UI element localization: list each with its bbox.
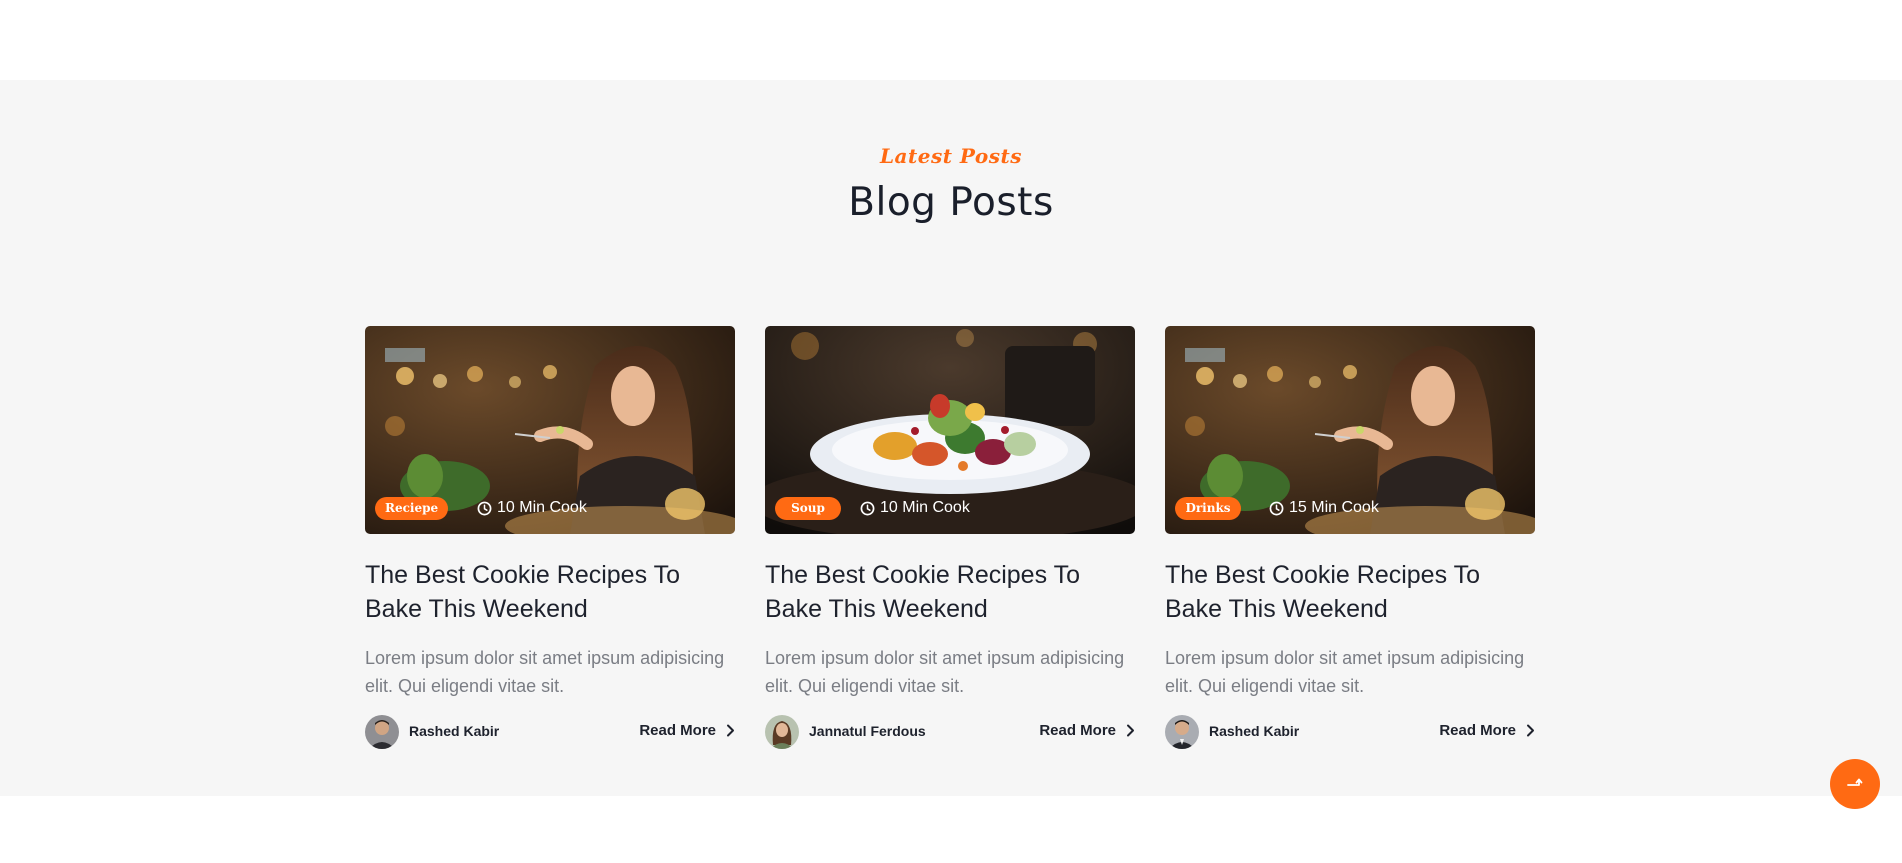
clock-icon <box>860 501 875 516</box>
cook-time-label: 10 Min Cook <box>880 499 970 516</box>
clock-icon <box>1269 501 1284 516</box>
read-more-label: Read More <box>1039 722 1116 739</box>
chevron-right-icon <box>1526 724 1535 737</box>
blog-card[interactable]: Soup 10 Min Cook The Best Cookie Recipes… <box>765 326 1135 756</box>
author-name[interactable]: Rashed Kabir <box>1209 723 1299 739</box>
cook-time-label: 10 Min Cook <box>497 499 587 516</box>
blog-card-excerpt: Lorem ipsum dolor sit amet ipsum adipisi… <box>1165 648 1525 696</box>
blog-card-excerpt: Lorem ipsum dolor sit amet ipsum adipisi… <box>365 648 725 696</box>
avatar <box>365 715 399 749</box>
blog-card-footer: Rashed Kabir Read More <box>1165 714 1535 750</box>
blog-card-image[interactable]: Soup 10 Min Cook <box>765 326 1135 534</box>
read-more-label: Read More <box>1439 722 1516 739</box>
author-name[interactable]: Rashed Kabir <box>409 723 499 739</box>
clock-icon <box>477 501 492 516</box>
category-badge[interactable]: Drinks <box>1175 497 1241 520</box>
page: Latest Posts Blog Posts Reciepe 10 Min C… <box>0 0 1902 863</box>
avatar <box>1165 715 1199 749</box>
scroll-to-top-button[interactable] <box>1830 759 1880 809</box>
blog-card[interactable]: Reciepe 10 Min Cook The Best Cookie Reci… <box>365 326 735 756</box>
section-subtitle: Latest Posts <box>879 144 1023 168</box>
blog-card-title[interactable]: The Best Cookie Recipes To Bake This Wee… <box>765 558 1135 626</box>
author-name[interactable]: Jannatul Ferdous <box>809 723 926 739</box>
blog-card-excerpt: Lorem ipsum dolor sit amet ipsum adipisi… <box>765 648 1125 696</box>
cook-time: 10 Min Cook <box>860 498 970 518</box>
cook-time: 15 Min Cook <box>1269 498 1379 518</box>
category-badge[interactable]: Soup <box>775 497 841 520</box>
avatar <box>765 715 799 749</box>
blog-card-title[interactable]: The Best Cookie Recipes To Bake This Wee… <box>365 558 735 626</box>
read-more-link[interactable]: Read More <box>639 722 735 739</box>
section-title: Blog Posts <box>848 180 1054 225</box>
blog-card-footer: Jannatul Ferdous Read More <box>765 714 1135 750</box>
chevron-right-icon <box>726 724 735 737</box>
read-more-label: Read More <box>639 722 716 739</box>
category-badge[interactable]: Reciepe <box>375 497 449 520</box>
blog-card-image[interactable]: Reciepe 10 Min Cook <box>365 326 735 534</box>
blog-card-image[interactable]: Drinks 15 Min Cook <box>1165 326 1535 534</box>
cook-time: 10 Min Cook <box>477 498 587 518</box>
blog-card-footer: Rashed Kabir Read More <box>365 714 735 750</box>
blog-card[interactable]: Drinks 15 Min Cook The Best Cookie Recip… <box>1165 326 1535 756</box>
cook-time-label: 15 Min Cook <box>1289 499 1379 516</box>
blog-card-title[interactable]: The Best Cookie Recipes To Bake This Wee… <box>1165 558 1535 626</box>
read-more-link[interactable]: Read More <box>1439 722 1535 739</box>
chevron-right-icon <box>1126 724 1135 737</box>
read-more-link[interactable]: Read More <box>1039 722 1135 739</box>
scroll-to-top-icon <box>1846 775 1864 794</box>
